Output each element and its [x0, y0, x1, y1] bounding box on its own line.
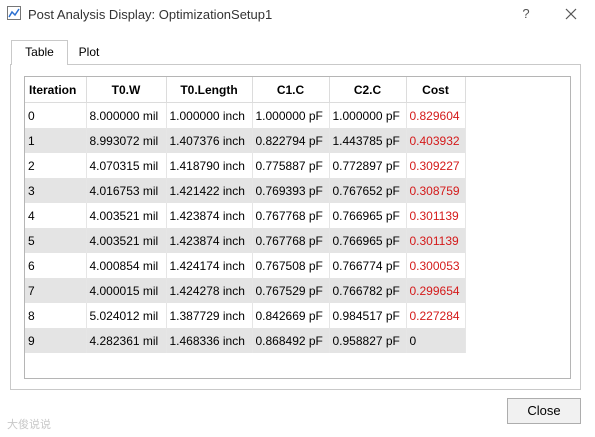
cell-t0length: 1.418790 inch: [166, 153, 253, 178]
cell-cost: 0.300053: [406, 253, 466, 278]
cell-iteration: 7: [25, 278, 87, 303]
cell-cost: 0.301139: [406, 203, 466, 228]
cell-cost: 0.309227: [406, 153, 466, 178]
results-grid[interactable]: Iteration T0.W T0.Length C1.C C2.C Cost …: [24, 76, 571, 379]
cell-t0w: 4.016753 mil: [86, 178, 167, 203]
cell-c2c: 0.766965 pF: [329, 203, 407, 228]
cell-c1c: 0.842669 pF: [252, 303, 330, 328]
cell-c2c: 0.767652 pF: [329, 178, 407, 203]
cell-t0w: 8.993072 mil: [86, 128, 167, 153]
cell-c2c: 0.772897 pF: [329, 153, 407, 178]
column-header-iteration[interactable]: Iteration: [25, 77, 87, 103]
cell-c2c: 1.443785 pF: [329, 128, 407, 153]
cell-t0length: 1.468336 inch: [166, 328, 253, 353]
cell-iteration: 9: [25, 328, 87, 353]
cell-c1c: 0.767529 pF: [252, 278, 330, 303]
cell-t0length: 1.423874 inch: [166, 203, 253, 228]
cell-iteration: 2: [25, 153, 87, 178]
table-row[interactable]: 5 4.003521 mil 1.423874 inch 0.767768 pF…: [25, 228, 466, 253]
watermark: 大俊说说: [7, 419, 51, 431]
cell-c1c: 0.775887 pF: [252, 153, 330, 178]
cell-t0w: 8.000000 mil: [86, 102, 167, 128]
cell-t0w: 5.024012 mil: [86, 303, 167, 328]
cell-cost: 0.308759: [406, 178, 466, 203]
tab-plot[interactable]: Plot: [70, 41, 108, 63]
cell-t0length: 1.423874 inch: [166, 228, 253, 253]
cell-c2c: 0.958827 pF: [329, 328, 407, 353]
cell-cost: 0: [406, 328, 466, 353]
app-icon: [7, 6, 21, 20]
table-row[interactable]: 4 4.003521 mil 1.423874 inch 0.767768 pF…: [25, 203, 466, 228]
cell-c2c: 0.984517 pF: [329, 303, 407, 328]
cell-c2c: 0.766774 pF: [329, 253, 407, 278]
cell-c1c: 1.000000 pF: [252, 102, 330, 128]
cell-c1c: 0.767768 pF: [252, 228, 330, 253]
cell-iteration: 5: [25, 228, 87, 253]
cell-c2c: 0.766965 pF: [329, 228, 407, 253]
cell-t0w: 4.000854 mil: [86, 253, 167, 278]
table-row[interactable]: 0 8.000000 mil 1.000000 inch 1.000000 pF…: [25, 102, 466, 128]
cell-cost: 0.227284: [406, 303, 466, 328]
table-header-row: Iteration T0.W T0.Length C1.C C2.C Cost: [25, 77, 466, 103]
cell-t0w: 4.070315 mil: [86, 153, 167, 178]
cell-t0length: 1.407376 inch: [166, 128, 253, 153]
cell-c1c: 0.767508 pF: [252, 253, 330, 278]
cell-iteration: 1: [25, 128, 87, 153]
table-row[interactable]: 9 4.282361 mil 1.468336 inch 0.868492 pF…: [25, 328, 466, 353]
window-title: Post Analysis Display: OptimizationSetup…: [28, 7, 273, 22]
column-header-c2c[interactable]: C2.C: [329, 77, 407, 103]
cell-iteration: 3: [25, 178, 87, 203]
table-row[interactable]: 8 5.024012 mil 1.387729 inch 0.842669 pF…: [25, 303, 466, 328]
cell-c2c: 0.766782 pF: [329, 278, 407, 303]
cell-t0length: 1.421422 inch: [166, 178, 253, 203]
cell-iteration: 8: [25, 303, 87, 328]
cell-iteration: 4: [25, 203, 87, 228]
cell-c2c: 1.000000 pF: [329, 102, 407, 128]
table-row[interactable]: 2 4.070315 mil 1.418790 inch 0.775887 pF…: [25, 153, 466, 178]
cell-t0w: 4.000015 mil: [86, 278, 167, 303]
cell-cost: 0.299654: [406, 278, 466, 303]
column-header-cost[interactable]: Cost: [406, 77, 466, 103]
cell-t0length: 1.424174 inch: [166, 253, 253, 278]
table-row[interactable]: 6 4.000854 mil 1.424174 inch 0.767508 pF…: [25, 253, 466, 278]
cell-t0w: 4.003521 mil: [86, 228, 167, 253]
cell-t0length: 1.387729 inch: [166, 303, 253, 328]
cell-c1c: 0.769393 pF: [252, 178, 330, 203]
table-row[interactable]: 1 8.993072 mil 1.407376 inch 0.822794 pF…: [25, 128, 466, 153]
column-header-t0w[interactable]: T0.W: [86, 77, 167, 103]
cell-t0w: 4.003521 mil: [86, 203, 167, 228]
cell-cost: 0.829604: [406, 102, 466, 128]
column-header-c1c[interactable]: C1.C: [252, 77, 330, 103]
tab-table[interactable]: Table: [11, 40, 68, 65]
help-button[interactable]: ?: [515, 3, 537, 25]
results-table: Iteration T0.W T0.Length C1.C C2.C Cost …: [25, 77, 466, 353]
cell-cost: 0.403932: [406, 128, 466, 153]
cell-c1c: 0.767768 pF: [252, 203, 330, 228]
column-header-t0length[interactable]: T0.Length: [166, 77, 253, 103]
cell-t0length: 1.000000 inch: [166, 102, 253, 128]
table-row[interactable]: 3 4.016753 mil 1.421422 inch 0.769393 pF…: [25, 178, 466, 203]
cell-t0length: 1.424278 inch: [166, 278, 253, 303]
cell-t0w: 4.282361 mil: [86, 328, 167, 353]
cell-c1c: 0.868492 pF: [252, 328, 330, 353]
close-button[interactable]: Close: [507, 398, 581, 424]
table-row[interactable]: 7 4.000015 mil 1.424278 inch 0.767529 pF…: [25, 278, 466, 303]
title-bar: Post Analysis Display: OptimizationSetup…: [0, 0, 595, 30]
close-icon[interactable]: [559, 3, 583, 25]
cell-iteration: 0: [25, 102, 87, 128]
cell-c1c: 0.822794 pF: [252, 128, 330, 153]
cell-cost: 0.301139: [406, 228, 466, 253]
cell-iteration: 6: [25, 253, 87, 278]
